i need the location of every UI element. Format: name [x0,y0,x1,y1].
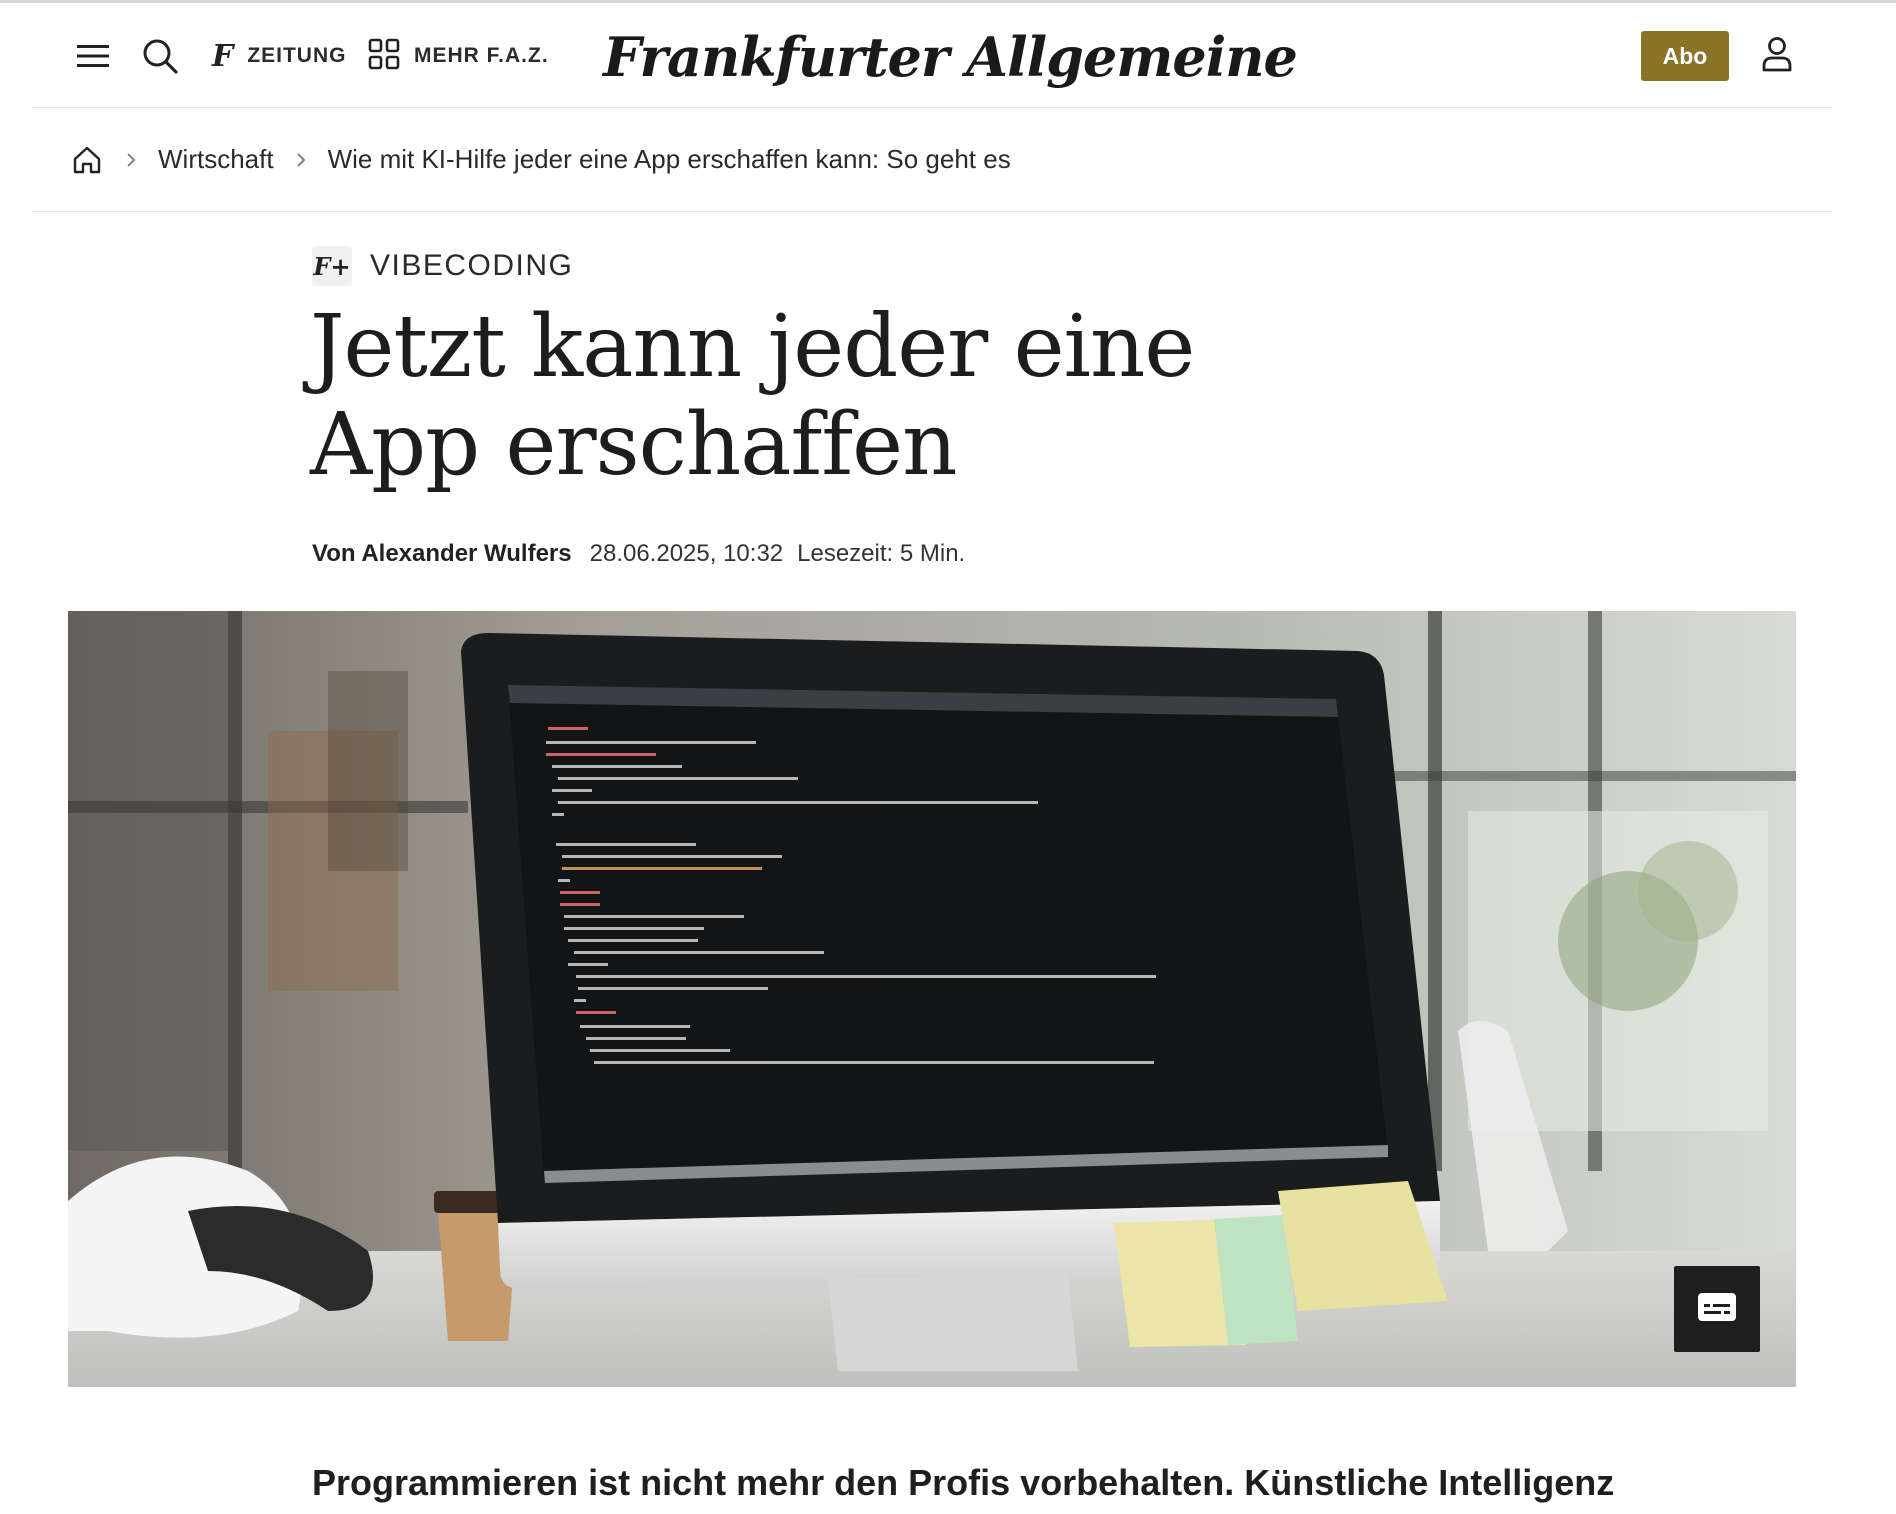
breadcrumb-item-wirtschaft[interactable]: Wirtschaft [158,144,274,175]
article-lead: Programmieren ist nicht mehr den Profis … [312,1462,1615,1503]
zeitung-link[interactable]: F ZEITUNG [212,33,346,79]
zeitung-label: ZEITUNG [247,44,347,67]
chevron-right-icon [124,152,138,167]
mehr-faz-link[interactable]: MEHR F.A.Z. [368,33,549,79]
hero-illustration [68,611,1796,1387]
breadcrumb-item-current: Wie mit KI-Hilfe jeder eine App erschaff… [327,144,1011,174]
mehr-faz-label: MEHR F.A.Z. [414,44,549,67]
home-icon[interactable] [70,143,104,177]
kicker-text: VIBECODING [370,249,574,282]
breadcrumb: Wirtschaft Wie mit KI-Hilfe jeder eine A… [32,108,1832,212]
fplus-badge: F+ [312,246,352,286]
user-icon[interactable] [1754,31,1800,77]
byline: Von Alexander Wulfers 28.06.2025, 10:32 … [312,540,965,568]
subtitles-button[interactable] [1674,1266,1760,1352]
author-name[interactable]: Von Alexander Wulfers [312,540,572,568]
hero-image [68,611,1796,1387]
menu-icon[interactable] [72,35,114,77]
article-title: Jetzt kann jeder eine App erschaffen [310,297,1195,495]
article-kicker: F+ VIBECODING [312,246,573,286]
faz-logo[interactable]: Frankfurter Allgemeine [603,21,1298,93]
search-icon[interactable] [137,33,183,79]
grid-icon [368,38,400,75]
chevron-right-icon [294,152,308,167]
site-header: F ZEITUNG MEHR F.A.Z. Frankfurter Allgem… [32,3,1832,108]
abo-button[interactable]: Abo [1641,31,1729,81]
reading-time: Lesezeit: 5 Min. [797,540,966,567]
subtitles-icon [1697,1292,1737,1327]
faz-f-icon: F [212,38,234,74]
publish-date: 28.06.2025, 10:32 [589,540,784,567]
